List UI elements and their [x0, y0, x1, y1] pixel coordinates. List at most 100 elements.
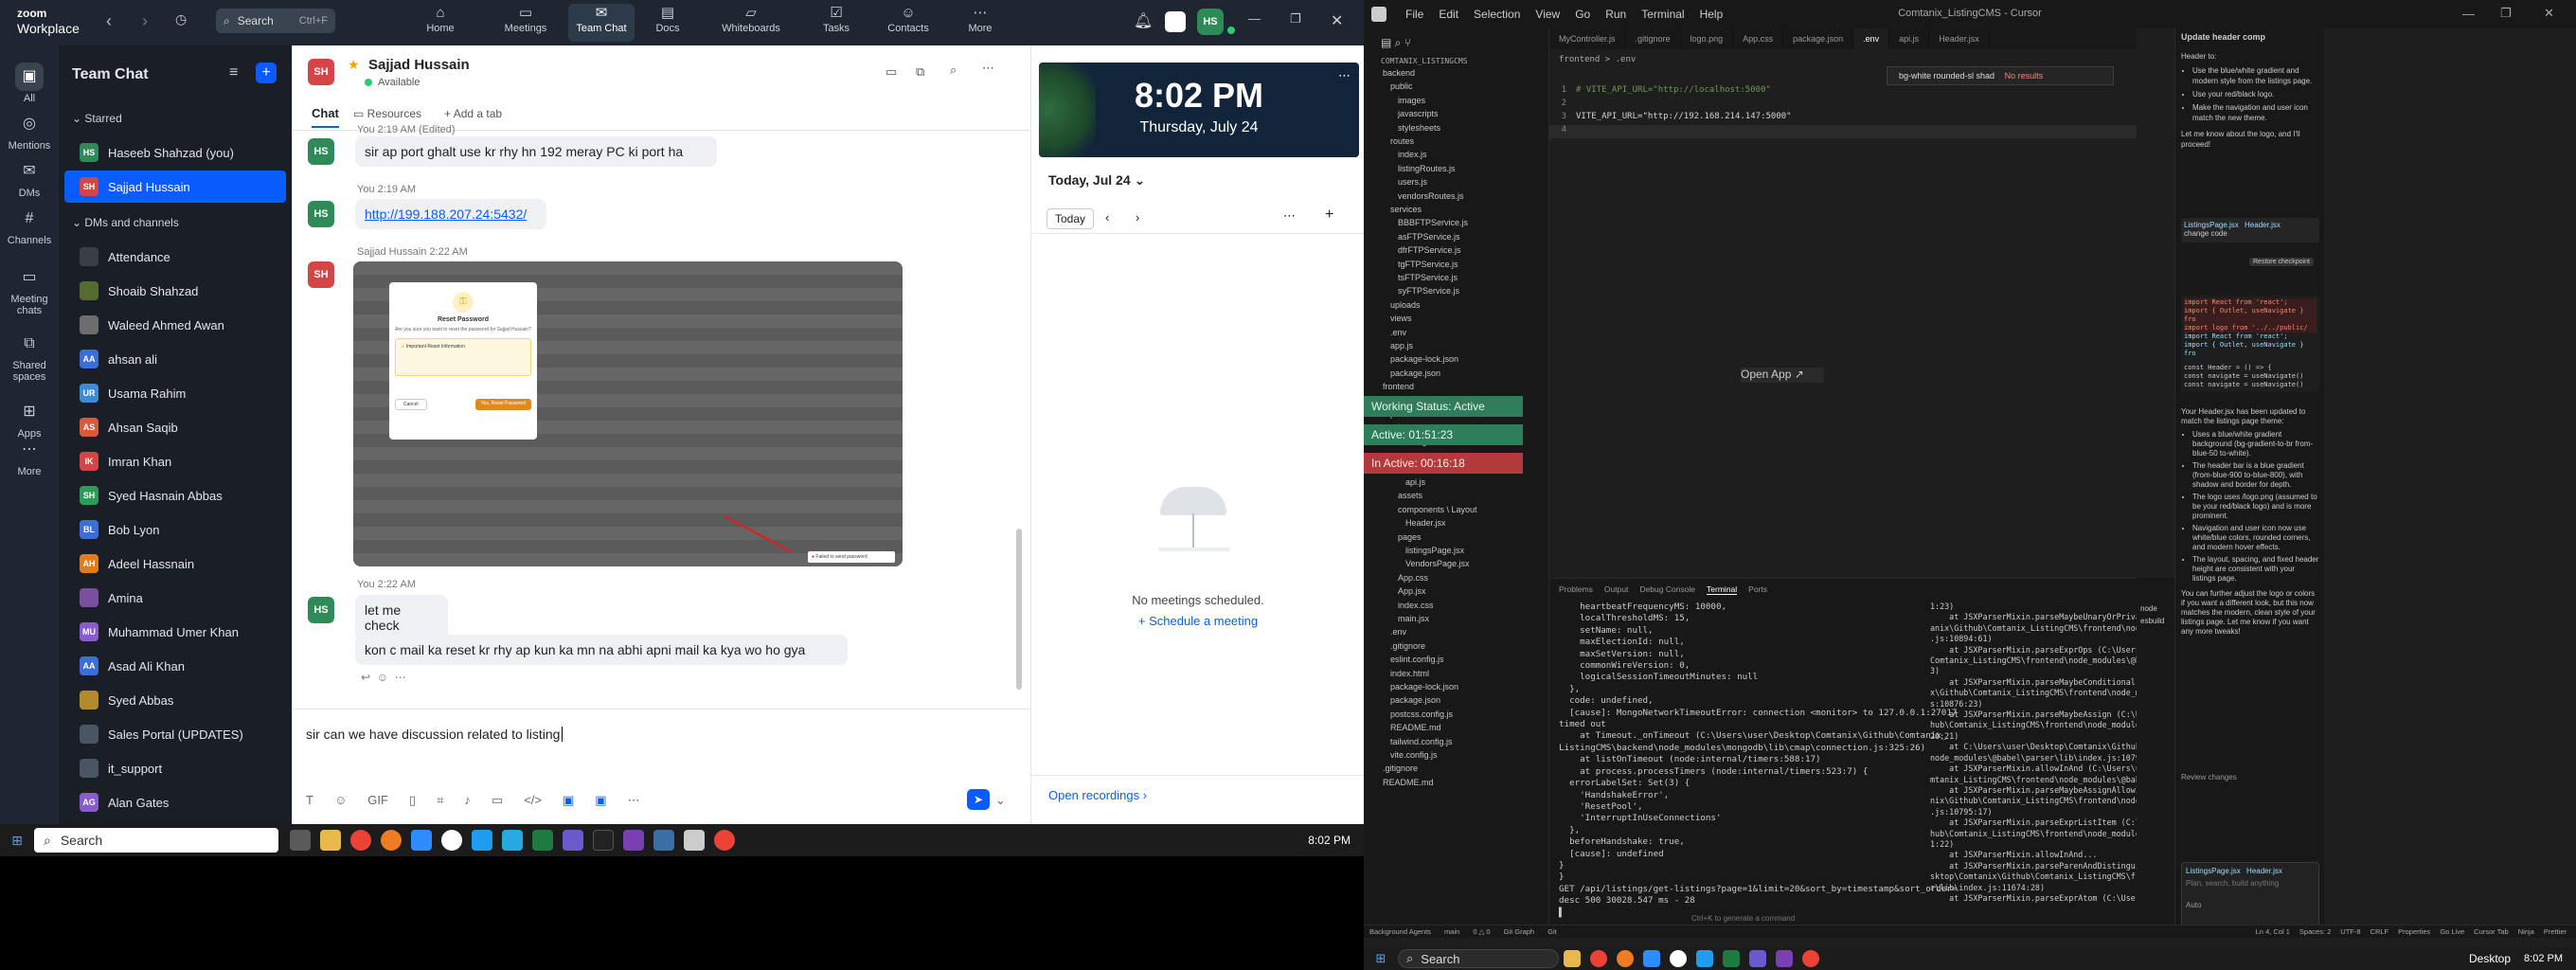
message-bubble[interactable]: kon c mail ka reset kr rhy ap kun ka mn …	[355, 635, 848, 665]
tab-add[interactable]: + Add a tab	[444, 107, 502, 120]
emoji-icon[interactable]: ☺	[334, 793, 347, 808]
zoom-taskbar-icon[interactable]	[411, 830, 432, 851]
file-tree-item[interactable]: package.json	[1375, 695, 1440, 708]
status-item[interactable]: Background Agents	[1369, 927, 1431, 936]
file-tree-item[interactable]: services	[1375, 205, 1422, 217]
sidebar-item[interactable]: Syed Abbas	[59, 684, 292, 716]
panel-tab-output[interactable]: Output	[1604, 584, 1629, 595]
file-tree-item[interactable]: README.md	[1375, 778, 1434, 790]
file-tree-item[interactable]: asFTPService.js	[1375, 232, 1460, 244]
compose-input[interactable]: sir can we have discussion related to li…	[306, 727, 567, 742]
file-tree-item[interactable]: public	[1375, 81, 1413, 94]
dms-header[interactable]: ⌄ DMs and channels	[72, 216, 179, 229]
message-link[interactable]: http://199.188.207.24:5432/	[355, 199, 546, 229]
editor-line[interactable]: 1 # VITE_API_URL="http://localhost:5000"	[1549, 85, 2137, 99]
status-item[interactable]: CRLF	[2370, 927, 2389, 936]
file-tree-item[interactable]: api.js	[1375, 477, 1425, 490]
onenote-icon[interactable]	[1776, 950, 1793, 967]
file-tree-item[interactable]: stylesheets	[1375, 123, 1440, 135]
close-icon[interactable]: ✕	[1331, 11, 1343, 30]
file-tree-item[interactable]: tailwind.config.js	[1375, 737, 1453, 749]
user-message[interactable]: ListingsPage.jsx Header.jsx change code	[2181, 218, 2319, 242]
sidebar-item[interactable]: HS Haseeb Shahzad (you)	[59, 136, 292, 169]
file-tree-item[interactable]: javascripts	[1375, 109, 1439, 121]
chrome-icon[interactable]	[714, 830, 735, 851]
windows-start-icon[interactable]: ⊞	[9, 833, 25, 848]
excel-icon[interactable]	[532, 830, 553, 851]
sidebar-item[interactable]: IK Imran Khan	[59, 445, 292, 477]
send-icon[interactable]: ➤	[967, 789, 990, 810]
onenote-icon[interactable]	[623, 830, 644, 851]
video-message-icon[interactable]: ▭	[492, 793, 503, 808]
file-tree-item[interactable]: main.jsx	[1375, 614, 1429, 626]
sidebar-item[interactable]: Shoaib Shahzad	[59, 275, 292, 307]
more-icon[interactable]: ⋯	[628, 793, 640, 808]
sidebar-item[interactable]: Amina	[59, 582, 292, 614]
menu-selection[interactable]: Selection	[1474, 8, 1520, 21]
file-tree-item[interactable]: index.js	[1375, 150, 1427, 162]
menu-file[interactable]: File	[1405, 8, 1423, 21]
more-options-icon[interactable]: ⋯	[982, 61, 994, 76]
editor-tab-active[interactable]: .env	[1853, 28, 1890, 49]
maximize-icon[interactable]: ❐	[1290, 11, 1301, 27]
editor-tab[interactable]: logo.png	[1681, 28, 1734, 49]
shared-screenshot[interactable]: ⚿ Reset Password Are you sure you want t…	[353, 261, 903, 566]
file-tree-item[interactable]: views	[1375, 314, 1412, 326]
sidebar-item[interactable]: Attendance	[59, 241, 292, 273]
file-tree-item[interactable]: package-lock.json	[1375, 682, 1458, 694]
video-icon[interactable]: ▭	[886, 64, 897, 80]
rail-dms[interactable]: ✉ DMs	[0, 157, 59, 199]
day-header[interactable]: Today, Jul 24 ⌄	[1048, 172, 1145, 189]
emoji-icon[interactable]: ☺	[377, 671, 388, 684]
share-screen-icon[interactable]: ⧉	[916, 64, 924, 80]
sidebar-item[interactable]: MU Muhammad Umer Khan	[59, 616, 292, 648]
file-tree-item[interactable]: frontend	[1375, 382, 1414, 394]
teams-icon[interactable]	[1749, 950, 1766, 967]
taskbar-search[interactable]: ⌕ Search	[1398, 949, 1559, 968]
firefox-icon[interactable]	[381, 830, 402, 851]
history-icon[interactable]: ◷	[175, 11, 187, 27]
rail-channels[interactable]: # Channels	[0, 205, 59, 246]
user-avatar[interactable]: HS	[1197, 9, 1224, 35]
editor-line[interactable]: 3 VITE_API_URL="http://192.168.214.147:50…	[1549, 112, 2137, 125]
files-icon[interactable]: ▤	[1381, 36, 1391, 49]
file-tree-item[interactable]: vendorsRoutes.js	[1375, 191, 1464, 204]
more-options-icon[interactable]: ⋯	[1338, 68, 1351, 83]
file-tree-item[interactable]: index.css	[1375, 601, 1434, 613]
nav-team-chat[interactable]: ✉ Team Chat	[568, 4, 635, 42]
file-tree-item[interactable]: .env	[1375, 627, 1406, 639]
status-item[interactable]: Go Live	[2440, 927, 2464, 936]
file-tree-item[interactable]: pages	[1375, 532, 1422, 545]
file-tree-item[interactable]: .gitignore	[1375, 763, 1418, 776]
sidebar-item[interactable]: Sales Portal (UPDATES)	[59, 718, 292, 750]
file-tree-item[interactable]: VendorsPage.jsx	[1375, 559, 1470, 571]
sidebar-item[interactable]: BL Bob Lyon	[59, 513, 292, 546]
restore-checkpoint-button[interactable]: Restore checkpoint	[2249, 258, 2314, 266]
editor-tab[interactable]: package.json	[1783, 28, 1854, 49]
zoom-taskbar-icon[interactable]	[1643, 950, 1660, 967]
file-tree-item[interactable]: tsFTPService.js	[1375, 273, 1458, 285]
panel-tab-debug-console[interactable]: Debug Console	[1639, 584, 1695, 595]
menu-go[interactable]: Go	[1575, 8, 1590, 21]
close-icon[interactable]: ✕	[2544, 6, 2554, 21]
excel-icon[interactable]	[1723, 950, 1740, 967]
file-tree-item[interactable]: .gitignore	[1375, 641, 1425, 654]
windows-start-icon[interactable]: ⊞	[1373, 951, 1388, 966]
file-tree-item[interactable]: listingRoutes.js	[1375, 164, 1456, 176]
send-options-icon[interactable]: ⌄	[995, 793, 1006, 808]
file-tree-item[interactable]: dfrFTPService.js	[1375, 245, 1461, 258]
desktop-label[interactable]: Desktop	[2469, 952, 2511, 965]
status-item[interactable]: Ninja	[2518, 927, 2534, 936]
more-icon[interactable]: ⋯	[395, 671, 406, 684]
taskbar-clock[interactable]: 8:02 PM	[1308, 834, 1351, 847]
message-bubble[interactable]: sir ap port ghalt use kr rhy hn 192 mera…	[355, 136, 717, 167]
sidebar-item[interactable]: it_support	[59, 752, 292, 784]
taskbar-clock[interactable]: 8:02 PM	[2524, 953, 2563, 964]
reply-icon[interactable]: ↩	[361, 671, 370, 684]
file-tree-item[interactable]: Header.jsx	[1375, 518, 1446, 530]
search-icon[interactable]: ⌕	[1395, 36, 1402, 49]
file-tree-item[interactable]: assets	[1375, 491, 1422, 503]
gif-icon[interactable]: GIF	[367, 793, 388, 808]
find-input[interactable]: bg-white rounded-sl shad	[1899, 71, 1995, 81]
file-tree-item[interactable]: syFTPService.js	[1375, 286, 1459, 298]
